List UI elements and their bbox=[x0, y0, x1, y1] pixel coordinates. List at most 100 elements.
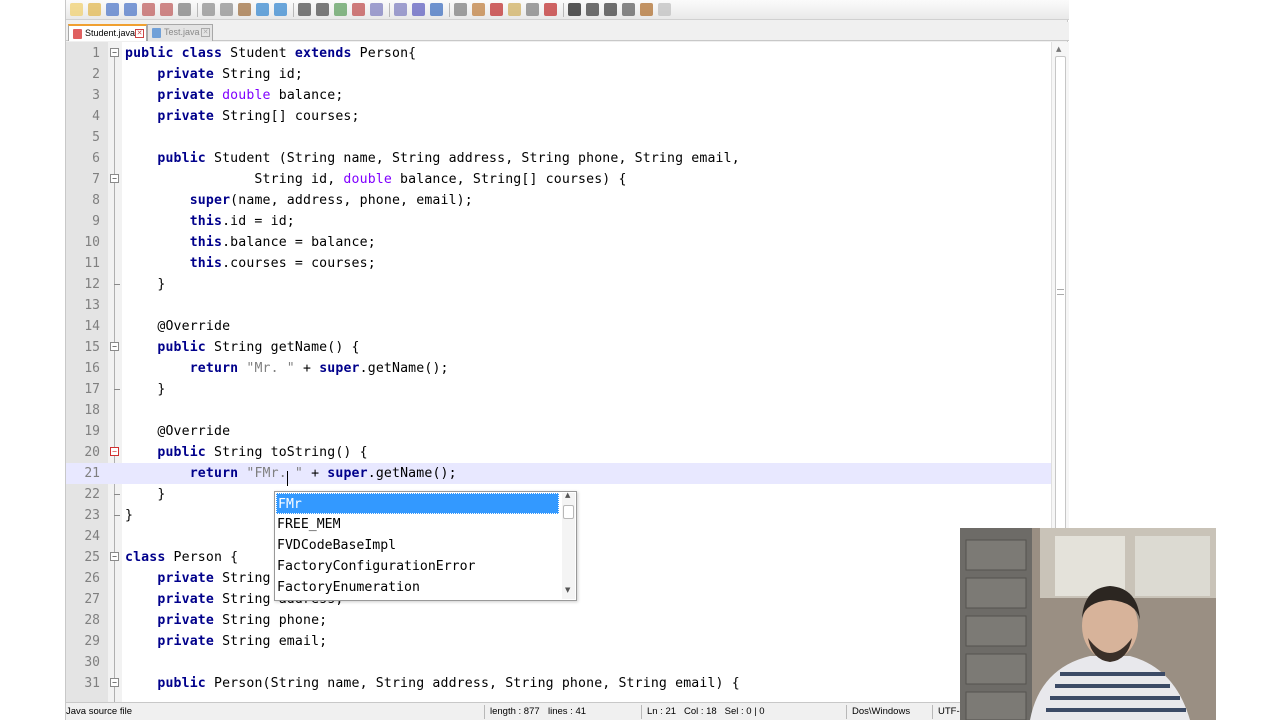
code-line[interactable]: 20 − public String toString() { bbox=[66, 442, 1069, 463]
scrollbar-grip-icon bbox=[1057, 289, 1064, 295]
code-line[interactable]: 8 super(name, address, phone, email); bbox=[66, 190, 1069, 211]
autocomplete-item[interactable]: FREE_MEM bbox=[276, 514, 559, 535]
code-line[interactable]: 21 return "FMr. " + super.getName(); bbox=[66, 463, 1069, 484]
save-macro-icon[interactable] bbox=[622, 3, 635, 16]
undo-icon[interactable] bbox=[256, 3, 269, 16]
stop-recording-icon[interactable] bbox=[568, 3, 581, 16]
redo-icon[interactable] bbox=[274, 3, 287, 16]
play-multiple-icon[interactable] bbox=[604, 3, 617, 16]
fold-toggle-icon[interactable]: − bbox=[110, 678, 119, 687]
fold-toggle-icon[interactable]: − bbox=[110, 552, 119, 561]
code-line[interactable]: 19 @Override bbox=[66, 421, 1069, 442]
word-wrap-icon[interactable] bbox=[412, 3, 425, 16]
keyword-token: public bbox=[157, 340, 206, 355]
notepad-plus-plus-window: Student.java ✕ Test.java ✕ 1− public clas… bbox=[65, 0, 1069, 720]
scroll-up-arrow-icon[interactable]: ▲ bbox=[1056, 45, 1061, 53]
zoom-out-icon[interactable] bbox=[352, 3, 365, 16]
code-line[interactable]: 28 private String phone; bbox=[66, 610, 1069, 631]
new-file-icon[interactable] bbox=[70, 3, 83, 16]
autocomplete-popup[interactable]: FMr FREE_MEM FVDCodeBaseImpl FactoryConfigu… bbox=[274, 491, 577, 601]
code-line[interactable]: 1 − public class Student extends Person{ bbox=[66, 43, 1069, 64]
code-token: .getName(); bbox=[359, 361, 449, 376]
code-line[interactable]: 9 this.id = id; bbox=[66, 211, 1069, 232]
line-number: 14 bbox=[84, 319, 100, 334]
code-text: public class Student extends Person{ bbox=[125, 43, 416, 64]
fold-toggle-icon[interactable]: − bbox=[110, 174, 119, 183]
tab-student-java[interactable]: Student.java ✕ bbox=[68, 24, 147, 41]
code-line[interactable]: 29 private String email; bbox=[66, 631, 1069, 652]
autocomplete-item[interactable]: FVDCodeBaseImpl bbox=[276, 535, 559, 556]
code-text: public String toString() { bbox=[125, 442, 368, 463]
code-line[interactable]: 2 private String id; bbox=[66, 64, 1069, 85]
cut-icon[interactable] bbox=[202, 3, 215, 16]
autocomplete-item[interactable]: FactoryEnumeration bbox=[276, 577, 559, 598]
code-line[interactable]: 5 bbox=[66, 127, 1069, 148]
autocomplete-item[interactable]: FMr bbox=[276, 493, 559, 514]
paste-icon[interactable] bbox=[238, 3, 251, 16]
record-macro-icon[interactable] bbox=[544, 3, 557, 16]
code-editor[interactable]: 1− public class Student extends Person{2 … bbox=[66, 42, 1069, 702]
code-line[interactable]: 18 bbox=[66, 400, 1069, 421]
close-icon[interactable] bbox=[142, 3, 155, 16]
zoom-in-icon[interactable] bbox=[334, 3, 347, 16]
scroll-down-arrow-icon[interactable]: ▼ bbox=[565, 586, 570, 594]
keyword-token: class bbox=[181, 46, 223, 61]
keyword-token: this bbox=[189, 214, 223, 229]
code-line[interactable]: 4 private String[] courses; bbox=[66, 106, 1069, 127]
fold-toggle-icon[interactable]: − bbox=[110, 447, 119, 456]
close-tab-icon[interactable]: ✕ bbox=[201, 28, 210, 37]
fold-toggle-icon[interactable]: − bbox=[110, 48, 119, 57]
line-number: 30 bbox=[84, 655, 100, 670]
copy-icon[interactable] bbox=[220, 3, 233, 16]
code-line[interactable]: 17 } bbox=[66, 379, 1069, 400]
close-all-icon[interactable] bbox=[160, 3, 173, 16]
folder-workspace-icon[interactable] bbox=[508, 3, 521, 16]
status-eol[interactable]: Dos\Windows bbox=[852, 703, 910, 720]
code-line[interactable]: 13 bbox=[66, 295, 1069, 316]
fold-toggle-icon[interactable]: − bbox=[110, 342, 119, 351]
print-icon[interactable] bbox=[178, 3, 191, 16]
status-bar: Java source file length : 877 lines : 41… bbox=[66, 702, 1069, 720]
code-line[interactable]: 10 this.balance = balance; bbox=[66, 232, 1069, 253]
code-line[interactable]: 31 − public Person(String name, String ad… bbox=[66, 673, 1069, 694]
keyword-token: private bbox=[157, 67, 214, 82]
code-token: Person{ bbox=[351, 46, 417, 61]
code-line[interactable]: 12 } bbox=[66, 274, 1069, 295]
open-file-icon[interactable] bbox=[88, 3, 101, 16]
code-text: @Override bbox=[125, 316, 230, 337]
keyword-token: super bbox=[319, 361, 360, 376]
save-all-icon[interactable] bbox=[124, 3, 137, 16]
tab-test-java[interactable]: Test.java ✕ bbox=[147, 24, 213, 41]
spellcheck-icon[interactable] bbox=[640, 3, 653, 16]
replace-icon[interactable] bbox=[316, 3, 329, 16]
code-line[interactable]: 3 private double balance; bbox=[66, 85, 1069, 106]
code-line[interactable]: 15 − public String getName() { bbox=[66, 337, 1069, 358]
scroll-up-arrow-icon[interactable]: ▲ bbox=[565, 491, 570, 499]
webcam-image bbox=[960, 528, 1216, 720]
autocomplete-scrollbar[interactable]: ▲ ▼ bbox=[562, 491, 575, 599]
doc-map-icon[interactable] bbox=[472, 3, 485, 16]
code-line[interactable]: 16 return "Mr. " + super.getName(); bbox=[66, 358, 1069, 379]
code-line[interactable]: 6 public Student (String name, String ad… bbox=[66, 148, 1069, 169]
autocomplete-scroll-thumb[interactable] bbox=[563, 505, 574, 519]
function-list-icon[interactable] bbox=[490, 3, 503, 16]
monitoring-icon[interactable] bbox=[526, 3, 539, 16]
status-divider bbox=[641, 705, 642, 719]
code-line[interactable]: 30 bbox=[66, 652, 1069, 673]
save-icon[interactable] bbox=[106, 3, 119, 16]
tab-label: Test.java bbox=[164, 27, 200, 37]
plugin-icon[interactable] bbox=[658, 3, 671, 16]
show-all-chars-icon[interactable] bbox=[430, 3, 443, 16]
sync-horizontal-icon[interactable] bbox=[394, 3, 407, 16]
indent-guide-icon[interactable] bbox=[454, 3, 467, 16]
close-tab-icon[interactable]: ✕ bbox=[135, 29, 144, 38]
code-line[interactable]: 14 @Override bbox=[66, 316, 1069, 337]
code-line[interactable]: 11 this.courses = courses; bbox=[66, 253, 1069, 274]
keyword-token: private bbox=[157, 613, 214, 628]
play-macro-icon[interactable] bbox=[586, 3, 599, 16]
find-icon[interactable] bbox=[298, 3, 311, 16]
autocomplete-item[interactable]: FactoryConfigurationError bbox=[276, 556, 559, 577]
code-line[interactable]: 7 − String id, double balance, String[] c… bbox=[66, 169, 1069, 190]
sync-vertical-icon[interactable] bbox=[370, 3, 383, 16]
